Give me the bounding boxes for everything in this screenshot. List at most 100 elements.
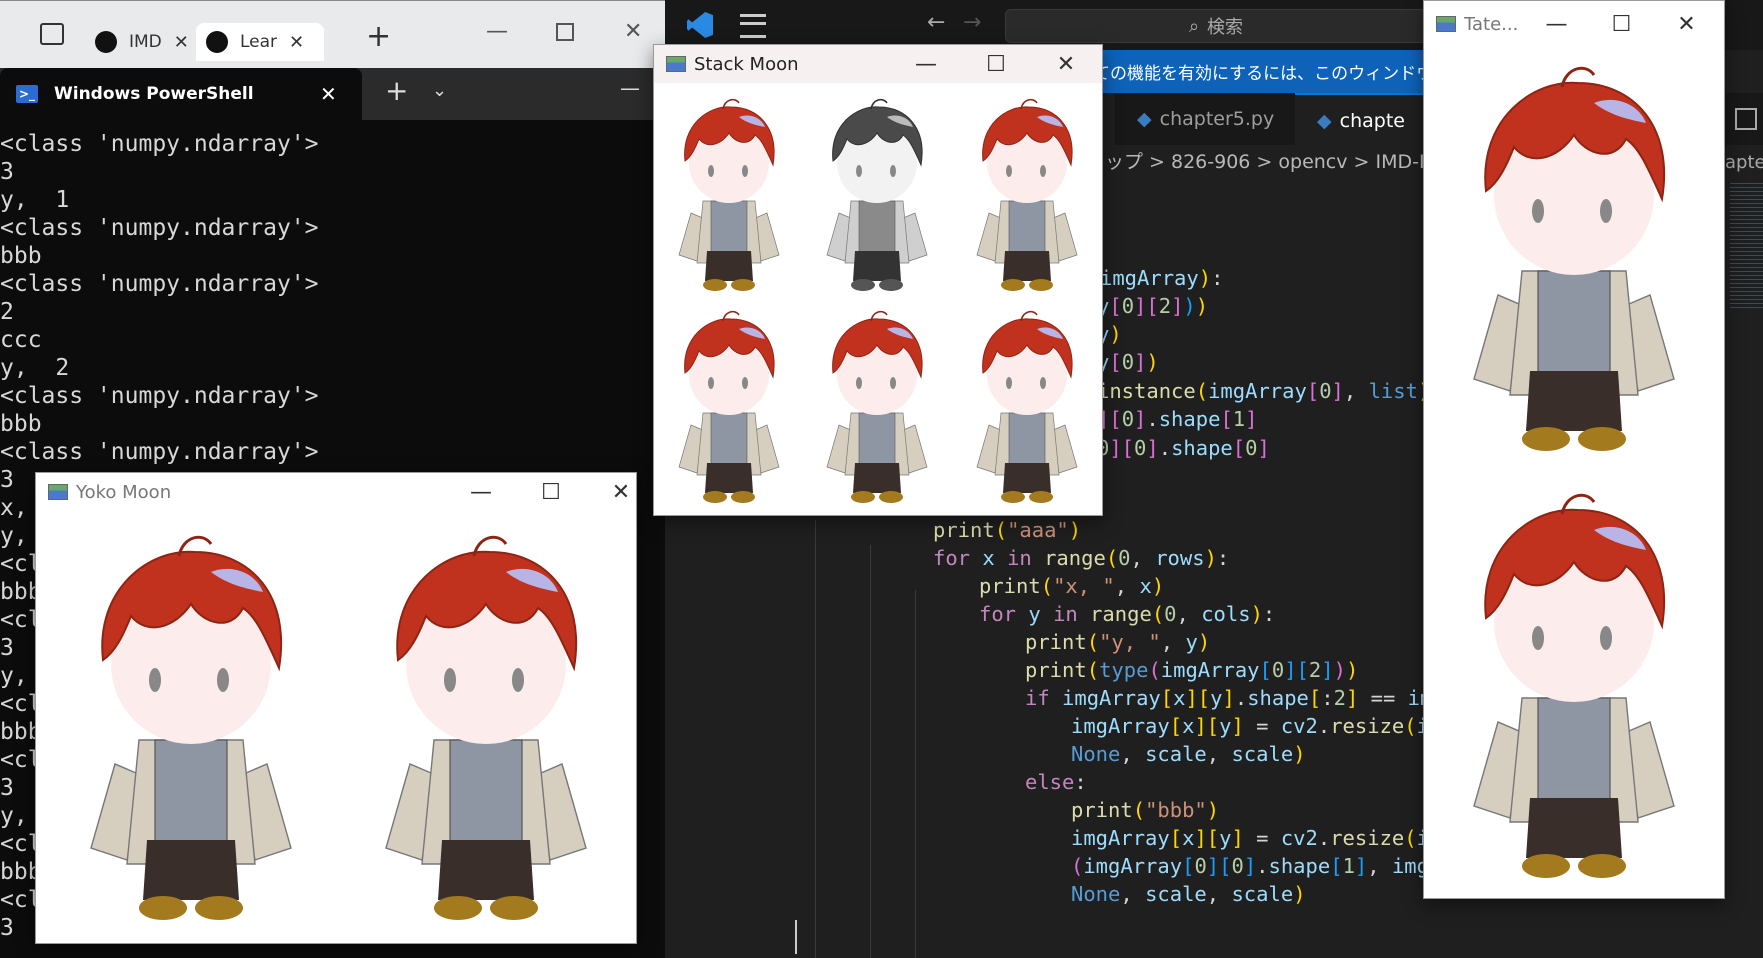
terminal-tab-row: >_ Windows PowerShell ✕ + ⌄ — [0, 68, 665, 120]
terminal-line: <class 'numpy.ndarray'> [0, 271, 319, 297]
code-line: imgArray[x][y] = cv2.resize(im [1071, 826, 1441, 850]
sidebar-toggle-icon[interactable] [40, 23, 64, 45]
code-line: y[0][2])) [1097, 294, 1209, 318]
close-icon[interactable]: ✕ [174, 32, 189, 53]
terminal-line: <class 'numpy.ndarray'> [0, 215, 319, 241]
browser-tab-bar: IMD ✕ Lear ✕ + — ✕ [0, 0, 665, 69]
code-line: else: [1025, 770, 1087, 794]
tab-label: chapte [1339, 110, 1405, 132]
terminal-line: bbb [0, 411, 42, 437]
character-image [71, 528, 311, 928]
close-icon[interactable]: ✕ [624, 19, 642, 44]
character-image [967, 307, 1087, 507]
terminal-line: <class 'numpy.ndarray'> [0, 383, 319, 409]
maximize-icon[interactable]: ☐ [516, 480, 586, 505]
python-icon: ◆ [1317, 110, 1332, 132]
character-image [1454, 59, 1694, 459]
terminal-line: y, 2 [0, 355, 70, 381]
window-title: Stack Moon [694, 53, 799, 75]
github-icon [206, 31, 228, 53]
terminal-line: 3 [0, 159, 14, 185]
right-tab-fragment: apte [1725, 152, 1763, 173]
code-line: print("y, ", y) [1025, 630, 1211, 654]
code-line: print(type(imgArray[0][2])) [1025, 658, 1359, 682]
window-title: Yoko Moon [76, 481, 172, 503]
minimize-icon[interactable]: — [891, 52, 961, 77]
character-image [669, 307, 789, 507]
character-image [1454, 486, 1694, 886]
code-line: for y in range(0, cols): [979, 602, 1276, 626]
opencv-window-icon [666, 56, 686, 72]
terminal-line: <class 'numpy.ndarray'> [0, 439, 319, 465]
code-line: print("x, ", x) [979, 574, 1165, 598]
text-cursor [795, 920, 797, 954]
browser-tab-lear[interactable]: Lear ✕ [196, 23, 324, 61]
code-line: for x in range(0, rows): [933, 546, 1230, 570]
code-line: instance(imgArray[0], list) [1097, 379, 1430, 403]
code-line: 0][0].shape[0] [1097, 436, 1270, 460]
minimize-icon[interactable]: — [1524, 12, 1589, 37]
browser-tab-label: IMD [129, 32, 162, 52]
code-line: y[0]) [1097, 350, 1159, 374]
tab-windows-powershell[interactable]: >_ Windows PowerShell ✕ [0, 68, 362, 120]
character-image [817, 307, 937, 507]
menu-icon[interactable] [740, 14, 766, 38]
code-line: (imgArray[0][0].shape[1], imgA [1071, 854, 1442, 878]
tate-moon-window[interactable]: Tate... — ☐ ✕ [1423, 0, 1725, 899]
terminal-line: <class 'numpy.ndarray'> [0, 131, 319, 157]
back-arrow-icon[interactable]: ← [927, 10, 945, 35]
minimize-icon[interactable]: — [446, 480, 516, 505]
code-line: if imgArray[x][y].shape[:2] == img [1025, 686, 1445, 710]
minimize-icon[interactable]: — [620, 76, 640, 100]
character-image-grayscale [817, 95, 937, 295]
indent-guide [870, 545, 871, 958]
chevron-down-icon[interactable]: ⌄ [432, 80, 447, 101]
code-line: imgArray): [1100, 266, 1224, 290]
search-placeholder: 検索 [1207, 17, 1244, 38]
forward-arrow-icon[interactable]: → [963, 10, 981, 35]
code-line: None, scale, scale) [1071, 742, 1306, 766]
window-controls: — ☐ ✕ [1524, 5, 1719, 43]
terminal-line: ccc [0, 327, 42, 353]
terminal-tab-title: Windows PowerShell [54, 84, 254, 104]
close-icon[interactable]: ✕ [586, 480, 636, 505]
command-search-input[interactable]: ⌕ 検索 [1005, 9, 1427, 43]
vscode-logo-icon [687, 12, 713, 38]
terminal-line: bbb [0, 243, 42, 269]
code-line: None, scale, scale) [1071, 882, 1306, 906]
powershell-icon: >_ [16, 85, 38, 103]
terminal-line: y, 1 [0, 187, 70, 213]
code-line: ][0].shape[1] [1097, 407, 1258, 431]
search-icon: ⌕ [1188, 15, 1200, 37]
github-icon [95, 31, 117, 53]
code-line: print("aaa") [933, 518, 1082, 542]
terminal-line: 2 [0, 299, 14, 325]
close-icon[interactable]: ✕ [1031, 52, 1101, 77]
opencv-window-icon [48, 484, 68, 500]
new-tab-icon[interactable]: + [385, 74, 408, 107]
close-icon[interactable]: ✕ [320, 82, 337, 106]
new-tab-icon[interactable]: + [366, 19, 391, 54]
split-editor-icon[interactable] [1735, 108, 1757, 130]
close-icon[interactable]: ✕ [1654, 12, 1719, 37]
maximize-icon[interactable]: ☐ [1589, 12, 1654, 37]
yoko-moon-window[interactable]: Yoko Moon — ☐ ✕ [35, 472, 637, 944]
breadcrumb[interactable]: ップ > 826-906 > opencv > IMD-Inter [1105, 147, 1464, 174]
character-image [366, 528, 606, 928]
maximize-icon[interactable] [556, 23, 574, 41]
maximize-icon[interactable]: ☐ [961, 52, 1031, 77]
close-icon[interactable]: ✕ [289, 32, 304, 53]
minimap [1730, 180, 1763, 310]
code-line: print("bbb") [1071, 798, 1220, 822]
character-image [669, 95, 789, 295]
browser-tab-label: Lear [240, 32, 278, 52]
python-icon: ◆ [1137, 108, 1152, 130]
browser-tab-imd[interactable]: IMD ✕ [95, 23, 190, 61]
window-controls: — ☐ ✕ [891, 45, 1101, 83]
minimize-icon[interactable]: — [486, 19, 508, 44]
tab-chapter5[interactable]: ◆ chapter5.py [1115, 93, 1316, 145]
stack-moon-window[interactable]: Stack Moon — ☐ ✕ [653, 44, 1103, 516]
window-title: Tate... [1464, 13, 1519, 35]
indent-guide [815, 520, 816, 958]
code-line: imgArray[x][y] = cv2.resize(im [1071, 714, 1441, 738]
